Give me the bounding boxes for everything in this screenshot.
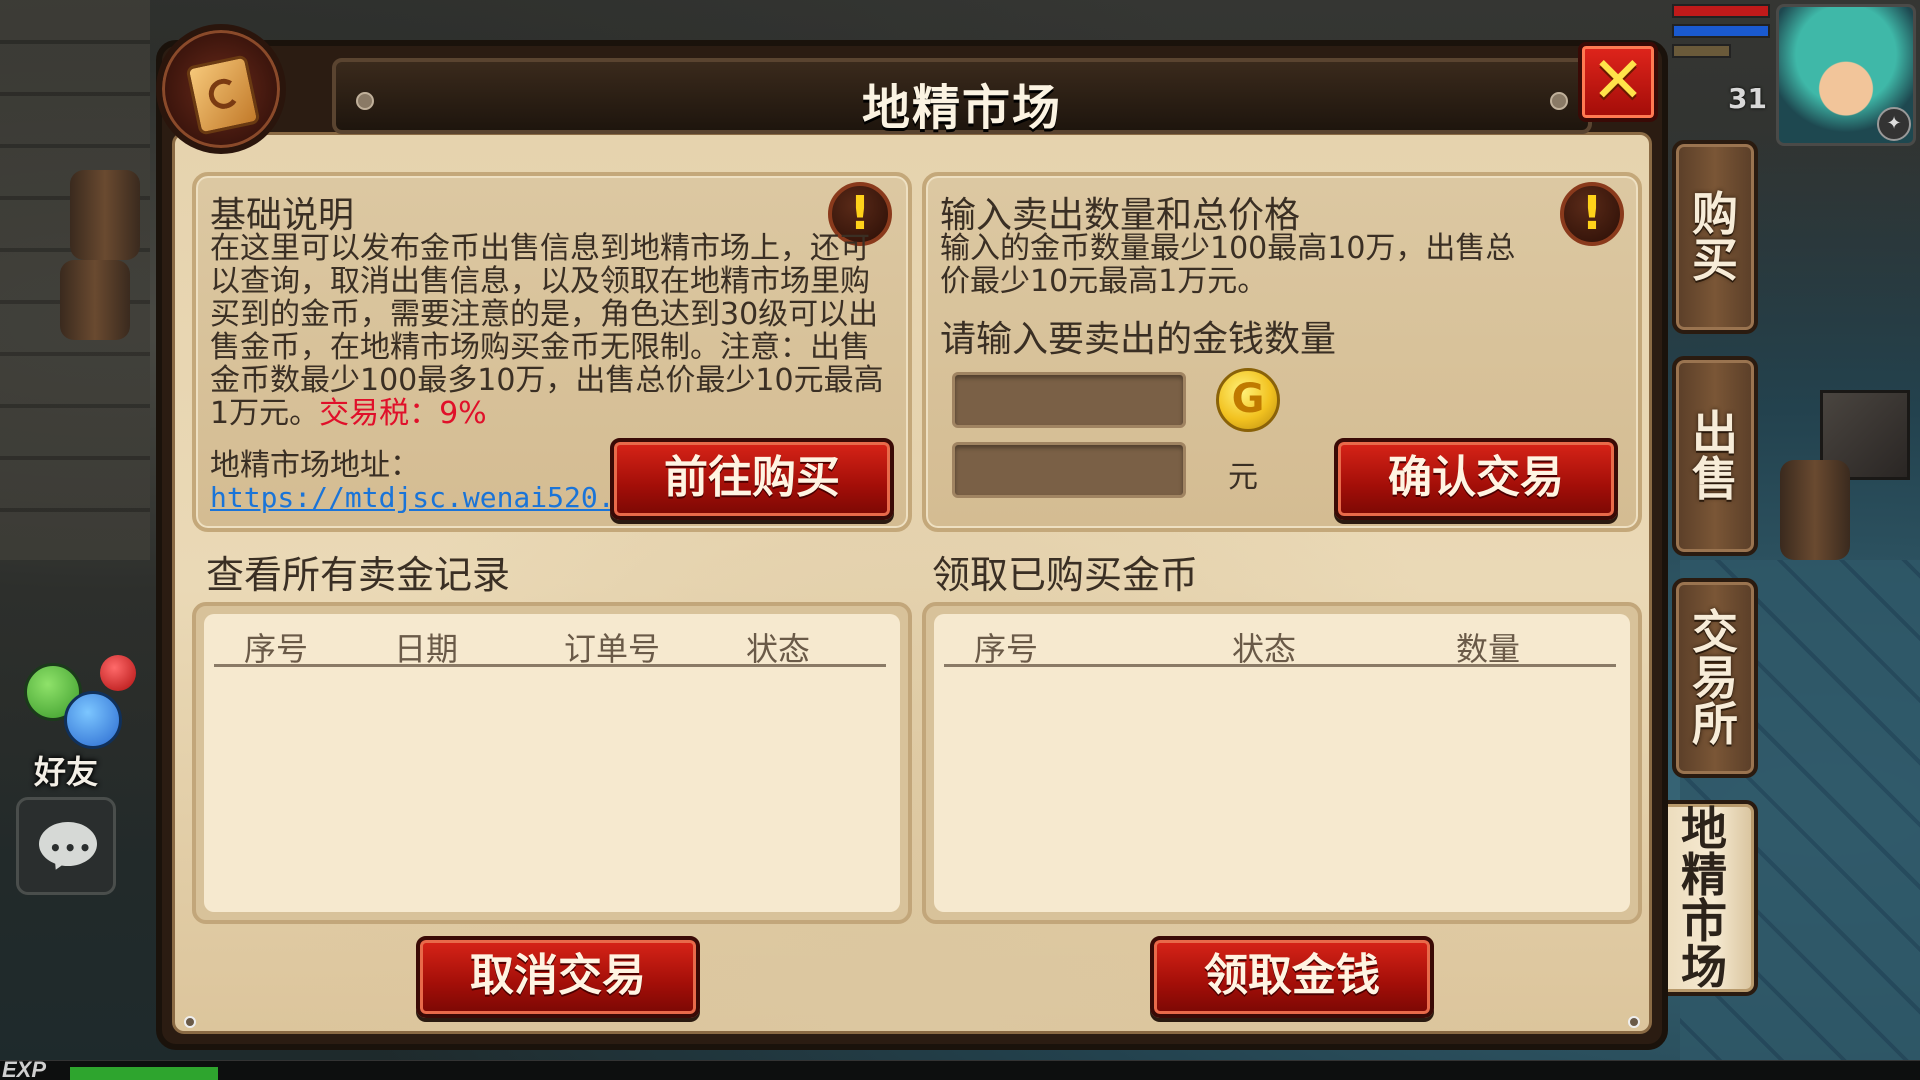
title-bar: 地精市场 (332, 58, 1592, 136)
exp-fill (70, 1067, 218, 1080)
header-divider (214, 664, 886, 667)
address-label: 地精市场地址： (210, 448, 420, 483)
sell-rule-text: 输入的金币数量最少100最高10万，出售总价最少10元最高1万元。 (940, 231, 1516, 299)
avatar-badge-icon: ✦ (1877, 107, 1911, 141)
gold-coin-icon: G (1216, 368, 1280, 432)
sell-prompt: 请输入要卖出的金钱数量 (940, 319, 1337, 360)
purchased-table: 序号 状态 数量 (922, 602, 1642, 924)
barrel (60, 260, 130, 340)
side-tab-char: 所 (1692, 697, 1738, 751)
gold-amount-input[interactable] (952, 372, 1186, 428)
side-tab-char: 易 (1692, 651, 1738, 705)
side-tab[interactable]: 出售 (1672, 356, 1758, 556)
side-tab-char: 购 (1692, 187, 1738, 241)
side-tab[interactable]: 交易所 (1672, 578, 1758, 778)
chat-button[interactable]: ••• (16, 797, 116, 895)
notification-dot (100, 655, 136, 691)
rivet (1628, 1016, 1640, 1028)
friends-label: 好友 (34, 753, 99, 791)
side-tab-char: 市 (1681, 894, 1727, 948)
player-avatar[interactable]: ✦ (1776, 4, 1916, 146)
friend-face-icon (64, 691, 122, 749)
info-box: 基础说明 ! 在这里可以发布金币出售信息到地精市场上，还可以查询，取消出售信息，… (192, 172, 912, 532)
currency-label: 元 (1228, 460, 1258, 495)
swirl-icon (205, 76, 242, 112)
side-tab-char: 交 (1692, 605, 1738, 659)
energy-bar (1672, 44, 1731, 58)
exp-label: EXP (2, 1057, 47, 1080)
side-tab-char: 精 (1681, 848, 1727, 902)
header-divider (944, 664, 1616, 667)
status-bars (1672, 4, 1770, 84)
close-button[interactable]: ✕ (1578, 42, 1658, 122)
sell-records-title: 查看所有卖金记录 (206, 553, 511, 597)
side-tab[interactable]: 购买 (1672, 140, 1758, 334)
side-tab-char: 地 (1681, 802, 1727, 856)
barrel (1780, 460, 1850, 560)
chat-dots-icon: ••• (49, 836, 94, 860)
warning-icon[interactable]: ! (1560, 182, 1624, 246)
go-buy-button[interactable]: 前往购买 (610, 438, 894, 520)
cancel-trade-button[interactable]: 取消交易 (416, 936, 700, 1018)
sell-box: 输入卖出数量和总价格 ! 输入的金币数量最少100最高10万，出售总价最少10元… (922, 172, 1642, 532)
rivet (184, 1016, 196, 1028)
sell-records-list[interactable]: 序号 日期 订单号 状态 (204, 614, 900, 912)
exp-bar: EXP (0, 1057, 1920, 1080)
side-tab-char: 出 (1692, 406, 1738, 460)
claim-money-button[interactable]: 领取金钱 (1150, 936, 1434, 1018)
goblin-market-window: 地精市场 ✕ 基础说明 ! 在这里可以发布金币出售信息到地精市场上，还可以查询，… (156, 24, 1668, 1050)
confirm-trade-button[interactable]: 确认交易 (1334, 438, 1618, 520)
window-title: 地精市场 (861, 80, 1062, 136)
info-text: 在这里可以发布金币出售信息到地精市场上，还可以查询，取消出售信息，以及领取在地精… (210, 232, 890, 430)
hp-bar (1672, 4, 1770, 18)
friends-button[interactable]: 好友 (14, 655, 136, 791)
tax-text: 交易税：9% (319, 396, 487, 431)
side-tab-char: 售 (1692, 452, 1738, 506)
purchased-title: 领取已购买金币 (932, 553, 1199, 597)
side-tab-char: 买 (1692, 233, 1738, 287)
barrel (70, 170, 140, 260)
book-cover (185, 54, 261, 136)
mp-bar (1672, 24, 1770, 38)
info-body: 在这里可以发布金币出售信息到地精市场上，还可以查询，取消出售信息，以及领取在地精… (210, 231, 884, 431)
player-level: 31 (1728, 82, 1767, 115)
market-link[interactable]: https://mtdjsc.wenai520. (210, 481, 610, 514)
book-icon (156, 24, 286, 154)
total-price-input[interactable] (952, 442, 1186, 498)
address-row: https://mtdjsc.wenai520. (210, 480, 610, 515)
side-tab-char: 场 (1681, 940, 1727, 994)
sell-records-table: 序号 日期 订单号 状态 (192, 602, 912, 924)
purchased-list[interactable]: 序号 状态 数量 (934, 614, 1630, 912)
